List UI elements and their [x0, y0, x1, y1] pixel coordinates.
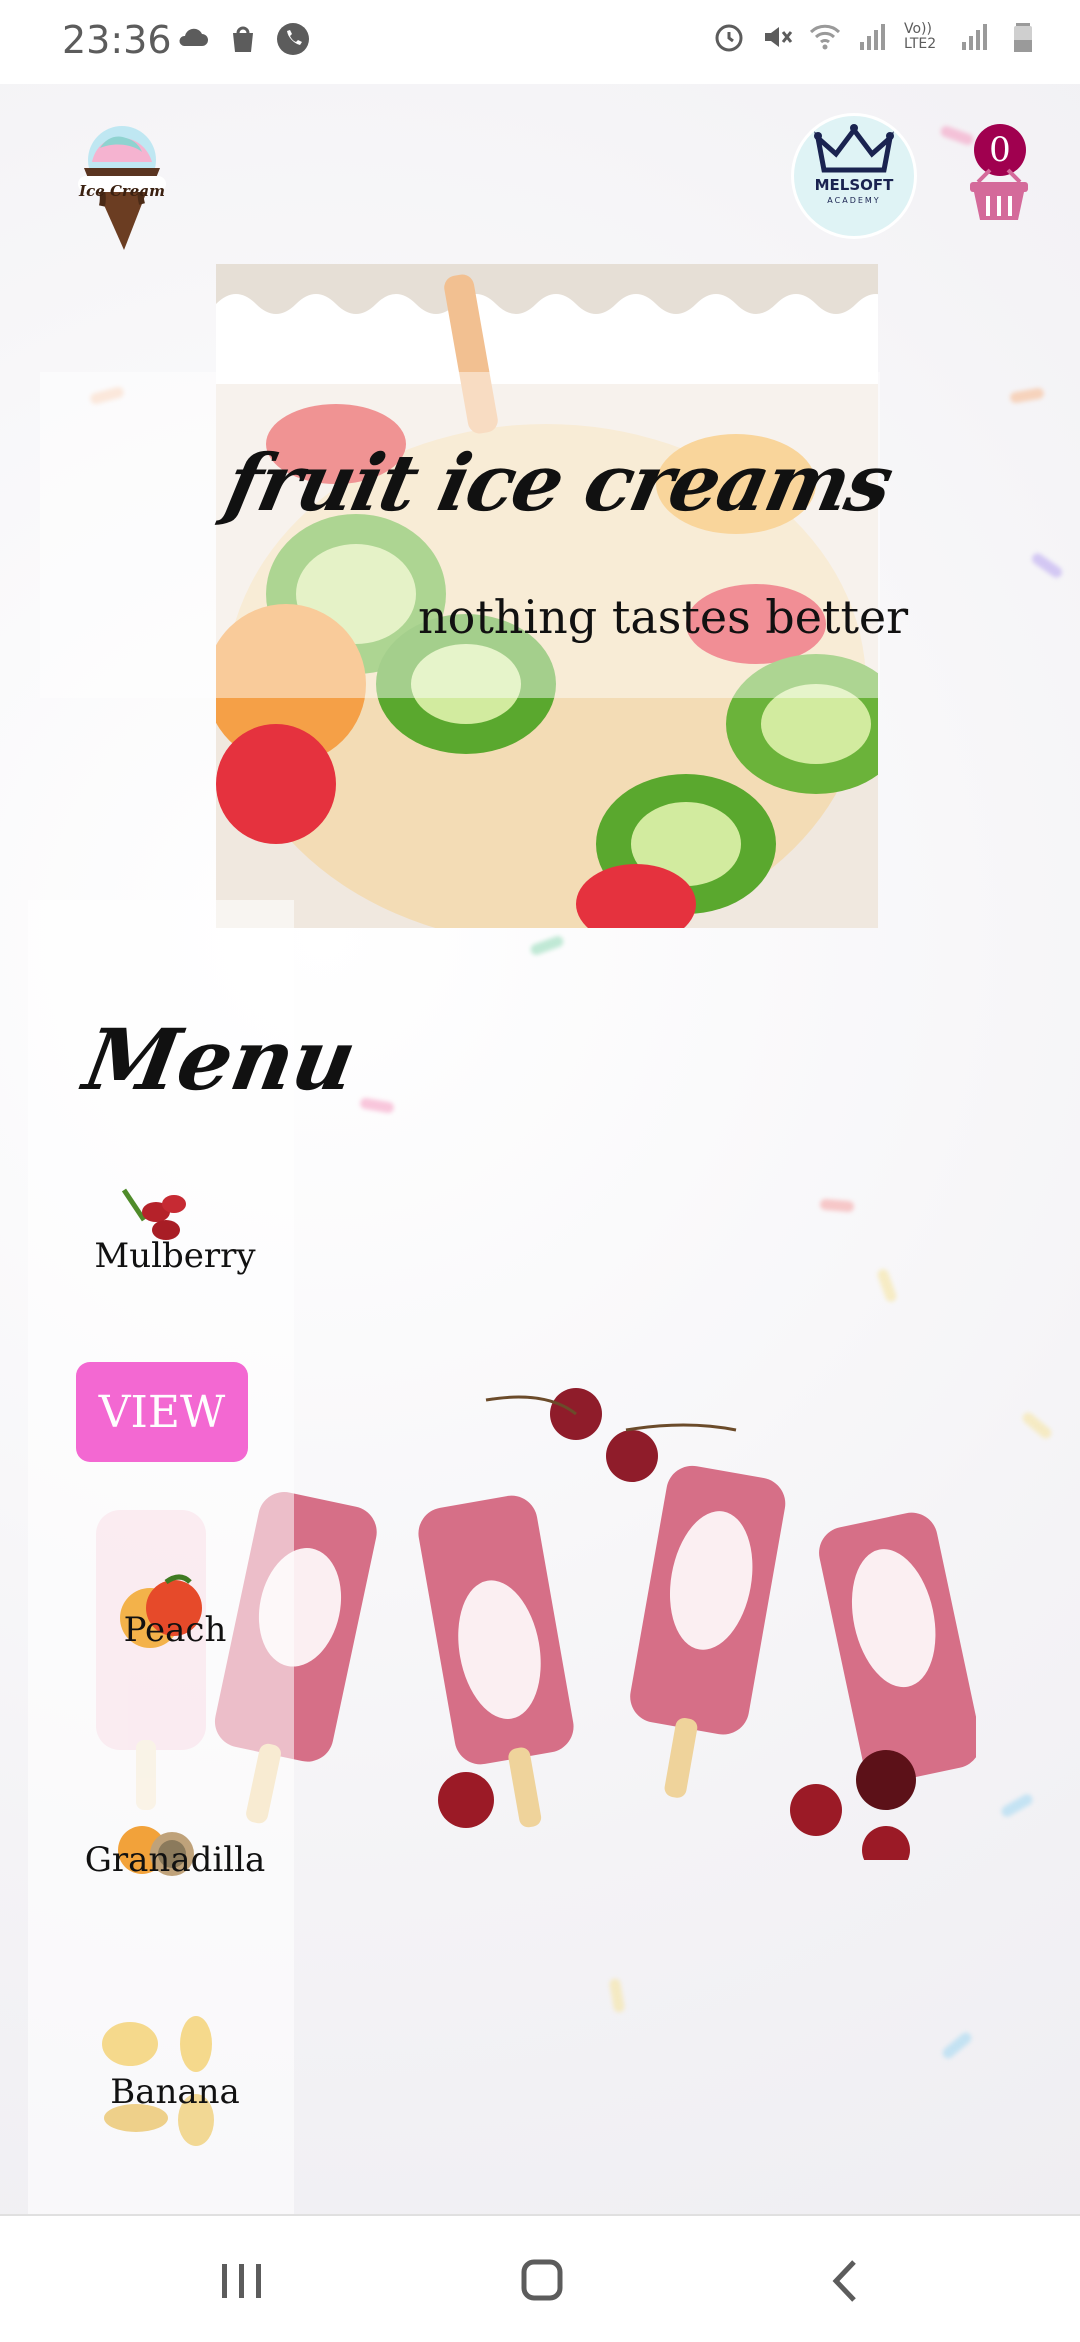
cloud-icon: [179, 28, 208, 46]
hero-subtitle: nothing tastes better: [418, 590, 909, 644]
menu-item-granadilla[interactable]: Granadilla: [60, 1840, 290, 1880]
academy-subtext: ACADEMY: [827, 196, 881, 205]
status-left-icons: [176, 22, 310, 56]
shopping-bag-icon: [233, 26, 253, 52]
hero-text-band: [40, 372, 880, 698]
status-time: 23:36: [62, 18, 172, 62]
menu-item-mulberry[interactable]: Mulberry: [60, 1236, 290, 1276]
signal-icon-2: [962, 24, 987, 50]
ice-cream-logo[interactable]: Ice Cream: [70, 118, 174, 258]
back-icon[interactable]: [816, 2256, 876, 2306]
wifi-icon: [809, 24, 841, 50]
signal-icon: [860, 24, 885, 50]
status-bar: 23:36 Vo)) LTE2: [0, 0, 1080, 84]
alarm-icon: [715, 24, 743, 52]
network-label: Vo)) LTE2: [904, 21, 937, 52]
recent-apps-icon[interactable]: [212, 2256, 272, 2306]
status-right-icons: Vo)) LTE2: [712, 20, 1040, 54]
navigation-bar: [0, 2214, 1080, 2342]
hero-title: fruit ice creams: [218, 438, 899, 529]
basket-icon[interactable]: [968, 168, 1030, 222]
logo-text: Ice Cream: [79, 182, 165, 200]
menu-title: Menu: [77, 1010, 364, 1109]
menu-item-banana[interactable]: Banana: [60, 2072, 290, 2112]
home-icon[interactable]: [512, 2256, 572, 2306]
mute-icon: [765, 27, 793, 47]
menu-item-peach[interactable]: Peach: [60, 1610, 290, 1650]
academy-text: MELSOFT: [814, 176, 894, 194]
academy-badge[interactable]: MELSOFT ACADEMY: [794, 116, 914, 236]
view-button[interactable]: VIEW: [76, 1362, 248, 1462]
phone-icon: [277, 23, 309, 55]
battery-icon: [1014, 23, 1032, 52]
